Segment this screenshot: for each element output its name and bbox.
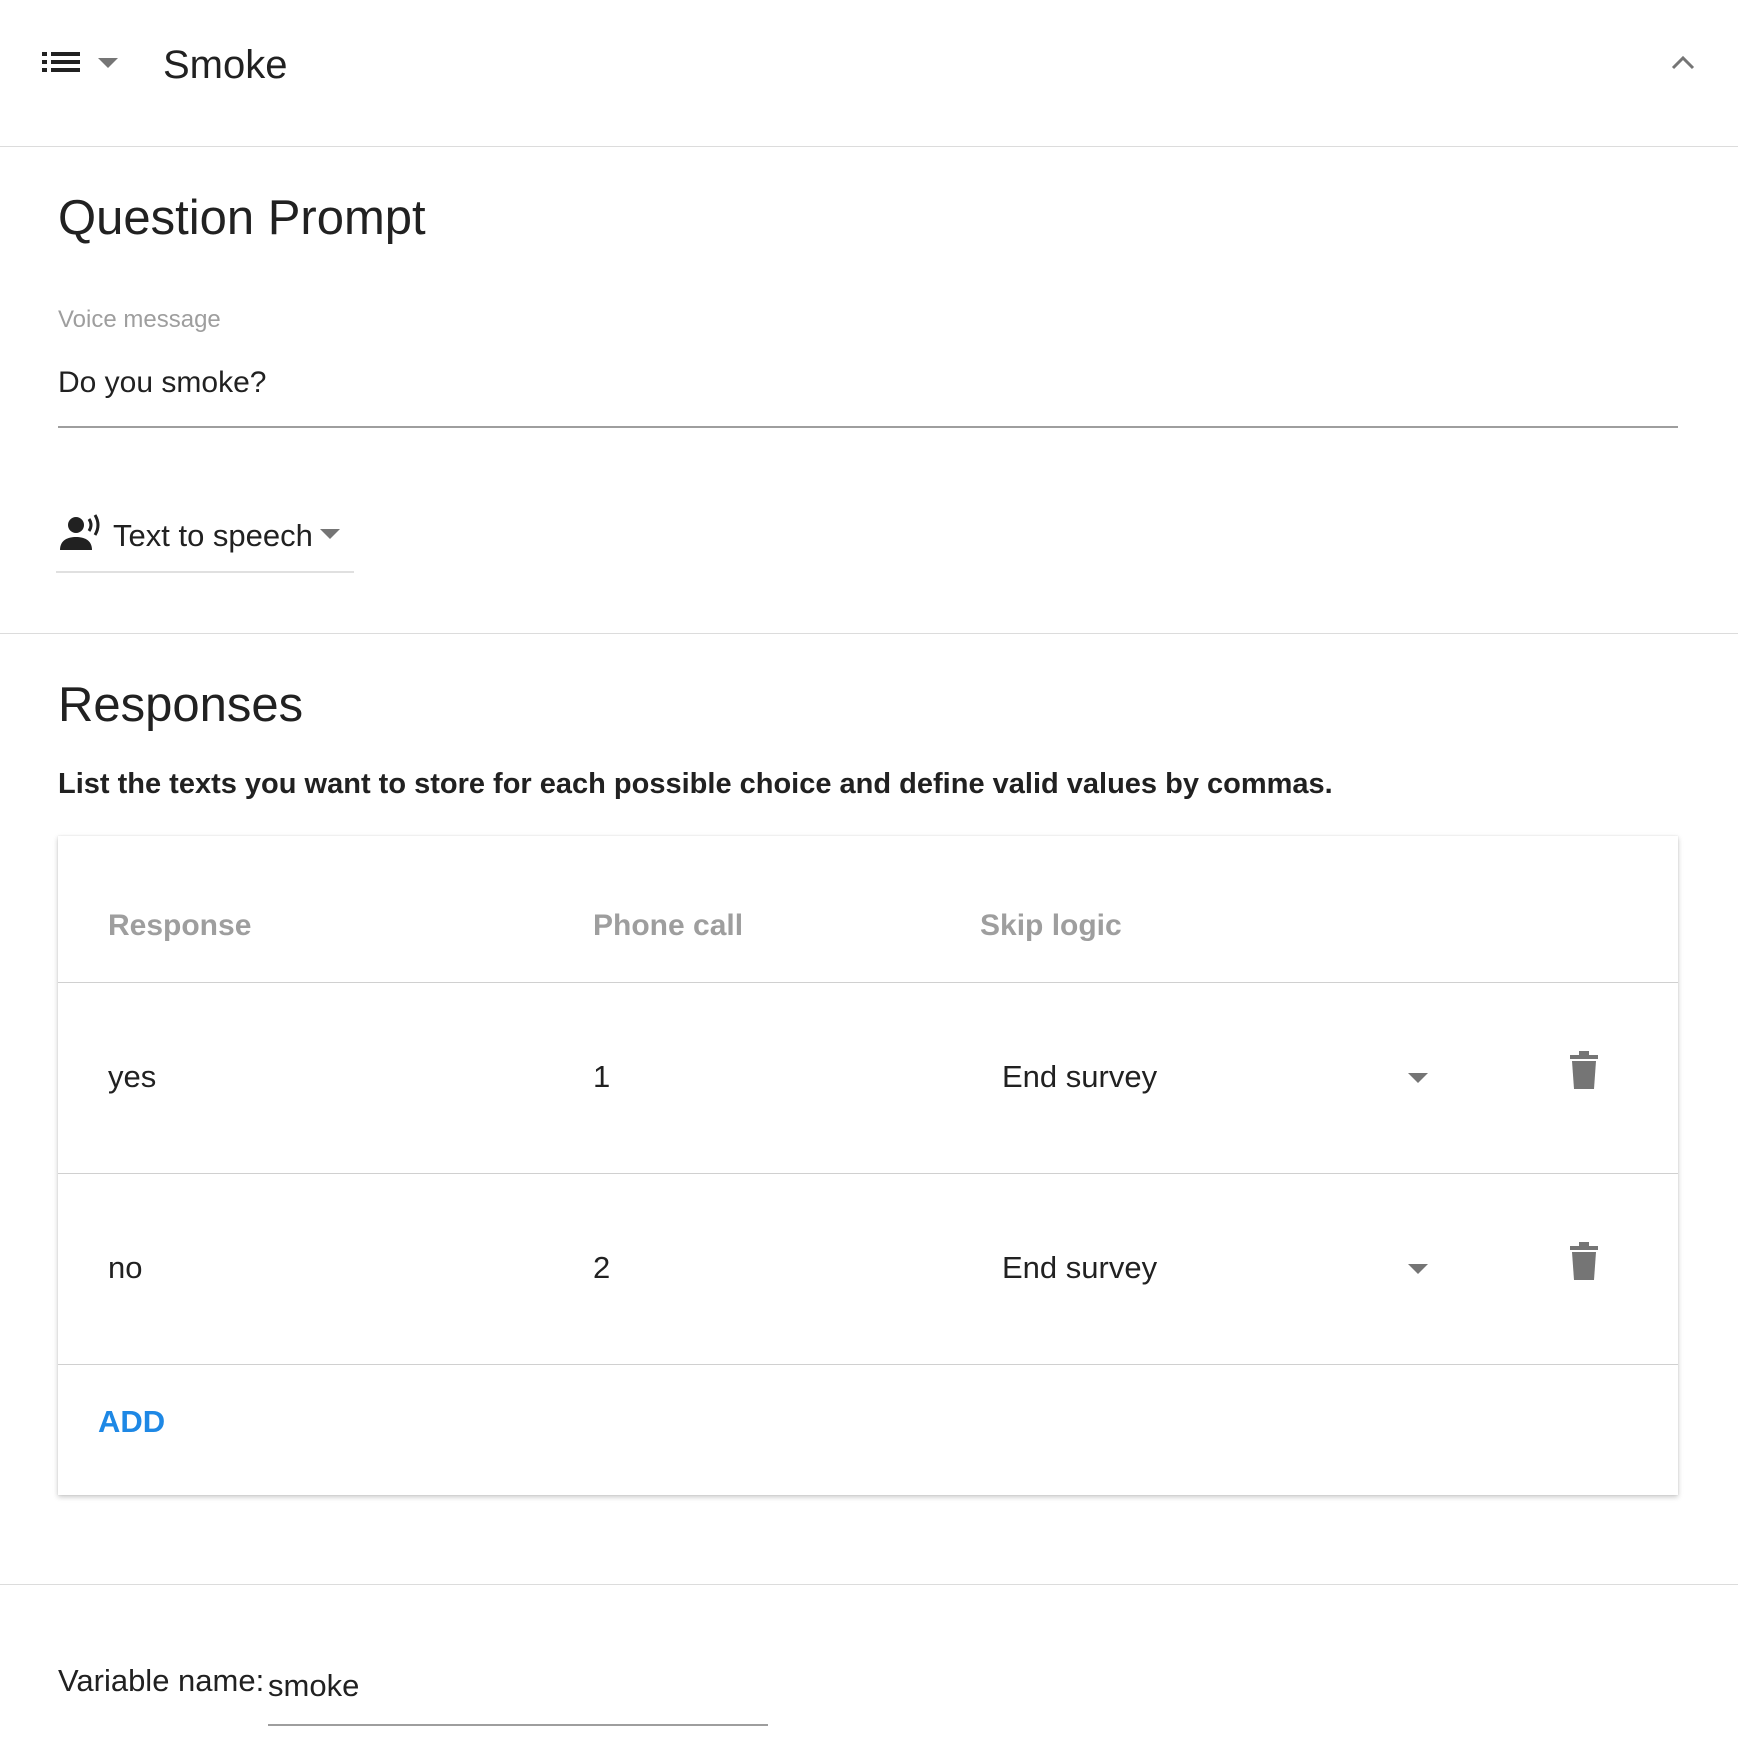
chevron-down-icon [320,529,340,539]
section-divider [0,1584,1738,1585]
row-divider [58,1364,1678,1365]
responses-description: List the texts you want to store for eac… [58,768,1333,800]
table-row: yes 1 End survey [58,983,1678,1174]
table-row: no 2 End survey [58,1174,1678,1365]
section-divider [0,633,1738,634]
voice-message-input[interactable] [58,360,1678,428]
responses-table: Response Phone call Skip logic yes 1 End… [58,836,1678,1495]
list-icon[interactable] [42,50,82,78]
column-header-response: Response [108,909,252,942]
voice-message-label: Voice message [58,306,221,333]
question-prompt-heading: Question Prompt [58,191,426,245]
chevron-down-icon [1408,1073,1428,1083]
question-header: Smoke [0,0,1738,147]
variable-name-label: Variable name: [58,1663,265,1698]
skip-logic-value: End survey [1002,1250,1158,1285]
column-header-phone-call: Phone call [593,909,744,942]
response-cell[interactable]: no [108,1250,142,1286]
skip-logic-select[interactable]: End survey [1002,1043,1502,1103]
column-header-skip-logic: Skip logic [980,909,1122,942]
voice-mode-label: Text to speech [113,518,313,553]
trash-icon[interactable] [1570,1242,1598,1280]
chevron-down-icon [1408,1264,1428,1274]
record-voice-icon [60,514,100,550]
phone-call-cell[interactable]: 1 [593,1059,610,1095]
add-response-button[interactable]: ADD [98,1402,165,1442]
responses-heading: Responses [58,678,304,732]
step-title: Smoke [163,43,288,87]
variable-name-input[interactable] [268,1654,768,1726]
chevron-up-icon[interactable] [1668,50,1698,74]
phone-call-cell[interactable]: 2 [593,1250,610,1286]
skip-logic-value: End survey [1002,1059,1158,1094]
chevron-down-icon[interactable] [98,58,118,68]
skip-logic-select[interactable]: End survey [1002,1234,1502,1294]
voice-mode-select[interactable]: Text to speech [56,508,354,573]
response-cell[interactable]: yes [108,1059,156,1095]
trash-icon[interactable] [1570,1051,1598,1089]
